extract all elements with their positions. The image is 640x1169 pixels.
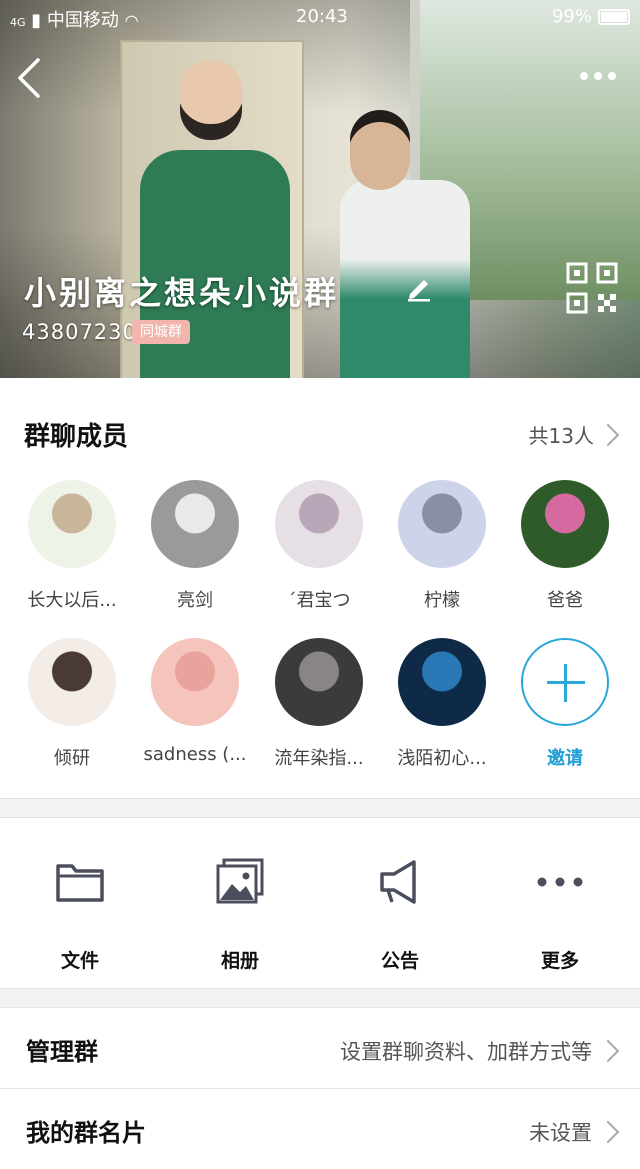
signal-icon: ▮ (31, 10, 42, 31)
row-value: 未设置 (529, 1117, 620, 1147)
member-name: 流年染指... (274, 748, 364, 769)
members-title: 群聊成员 (24, 422, 129, 452)
more-icon-dot (594, 72, 602, 80)
row-value: 设置群聊资料、加群方式等 (340, 1036, 620, 1066)
action-label: 更多 (540, 950, 579, 972)
member-name: 柠檬 (424, 590, 460, 611)
member-item[interactable]: 亮剑 (140, 480, 250, 612)
cover-figure-girl-head (350, 110, 410, 190)
network-type: 4G (10, 16, 26, 29)
section-divider (0, 988, 640, 1008)
invite-label: 邀请 (547, 748, 583, 769)
more-dots-icon (534, 858, 586, 906)
action-album[interactable]: 相册 (160, 858, 320, 973)
invite-button[interactable]: 邀请 (510, 638, 620, 770)
photo-album-icon (214, 858, 266, 906)
members-count-button[interactable]: 共13人 (528, 420, 620, 449)
battery-fill (601, 11, 627, 22)
megaphone-icon (374, 858, 426, 906)
member-avatar (275, 480, 363, 568)
action-files[interactable]: 文件 (0, 858, 160, 973)
plus-icon (521, 638, 609, 726)
more-icon-dot (580, 72, 588, 80)
member-item[interactable]: 浅陌初心... (387, 638, 497, 770)
member-item[interactable]: 爸爸 (510, 480, 620, 612)
action-label: 相册 (220, 950, 259, 972)
plus-icon-horizontal (547, 681, 585, 684)
qr-code-icon[interactable] (566, 262, 618, 314)
battery-icon (598, 8, 630, 25)
action-announcement[interactable]: 公告 (320, 858, 480, 973)
folder-icon (54, 858, 106, 906)
action-label: 公告 (380, 950, 419, 972)
chevron-right-icon (596, 1120, 620, 1144)
member-name: 爸爸 (547, 590, 583, 611)
row-title: 我的群名片 (26, 1119, 146, 1147)
group-name: 小别离之想朵小说群 (24, 274, 340, 312)
actions-bar: 文件 相册 公告 更多 (0, 818, 640, 988)
more-icon-dot (608, 72, 616, 80)
member-name: 长大以后... (27, 590, 117, 611)
carrier-name: 中国移动 (46, 10, 119, 31)
cover-figure-boy-head (180, 60, 242, 140)
member-item[interactable]: 流年染指... (264, 638, 374, 770)
section-divider (0, 798, 640, 818)
row-title: 管理群 (26, 1038, 98, 1066)
action-more[interactable]: 更多 (480, 858, 640, 973)
members-section: 群聊成员 共13人 长大以后... 亮剑 ´君宝つ 柠檬 爸爸 倾研 sadne… (0, 378, 640, 798)
status-right: 99% (552, 6, 630, 27)
member-avatar (275, 638, 363, 726)
member-name: sadness (... (143, 744, 247, 765)
battery-percent: 99% (551, 6, 592, 27)
back-button[interactable] (12, 56, 52, 100)
my-group-card-row[interactable]: 我的群名片 未设置 (0, 1089, 640, 1169)
row-value-text: 未设置 (529, 1121, 592, 1145)
chevron-right-icon (596, 423, 620, 446)
member-avatar (151, 638, 239, 726)
edit-icon[interactable] (404, 272, 434, 302)
member-item[interactable]: ´君宝つ (264, 480, 374, 612)
member-avatar (28, 638, 116, 726)
member-name: ´君宝つ (287, 590, 351, 611)
member-avatar (398, 638, 486, 726)
row-value-text: 设置群聊资料、加群方式等 (340, 1040, 592, 1064)
chevron-right-icon (596, 1039, 620, 1063)
back-icon (18, 58, 40, 98)
member-avatar (521, 480, 609, 568)
city-group-badge: 同城群 (132, 320, 190, 344)
more-button[interactable] (580, 66, 624, 86)
member-item[interactable]: 倾研 (17, 638, 127, 770)
members-count: 共13人 (528, 424, 594, 448)
status-bar: 4G ▮ 中国移动 ◠ 20:43 99% (0, 0, 640, 34)
member-name: 倾研 (54, 748, 90, 769)
action-label: 文件 (60, 950, 99, 972)
member-item[interactable]: sadness (... (140, 638, 250, 765)
status-carrier: 4G ▮ 中国移动 ◠ (10, 6, 139, 32)
manage-group-row[interactable]: 管理群 设置群聊资料、加群方式等 (0, 1008, 640, 1088)
member-name: 亮剑 (177, 590, 213, 611)
member-name: 浅陌初心... (397, 748, 487, 769)
member-avatar (28, 480, 116, 568)
member-item[interactable]: 柠檬 (387, 480, 497, 612)
member-avatar (398, 480, 486, 568)
member-avatar (151, 480, 239, 568)
wifi-icon: ◠ (124, 11, 139, 30)
member-item[interactable]: 长大以后... (17, 480, 127, 612)
status-time: 20:43 (296, 6, 348, 27)
